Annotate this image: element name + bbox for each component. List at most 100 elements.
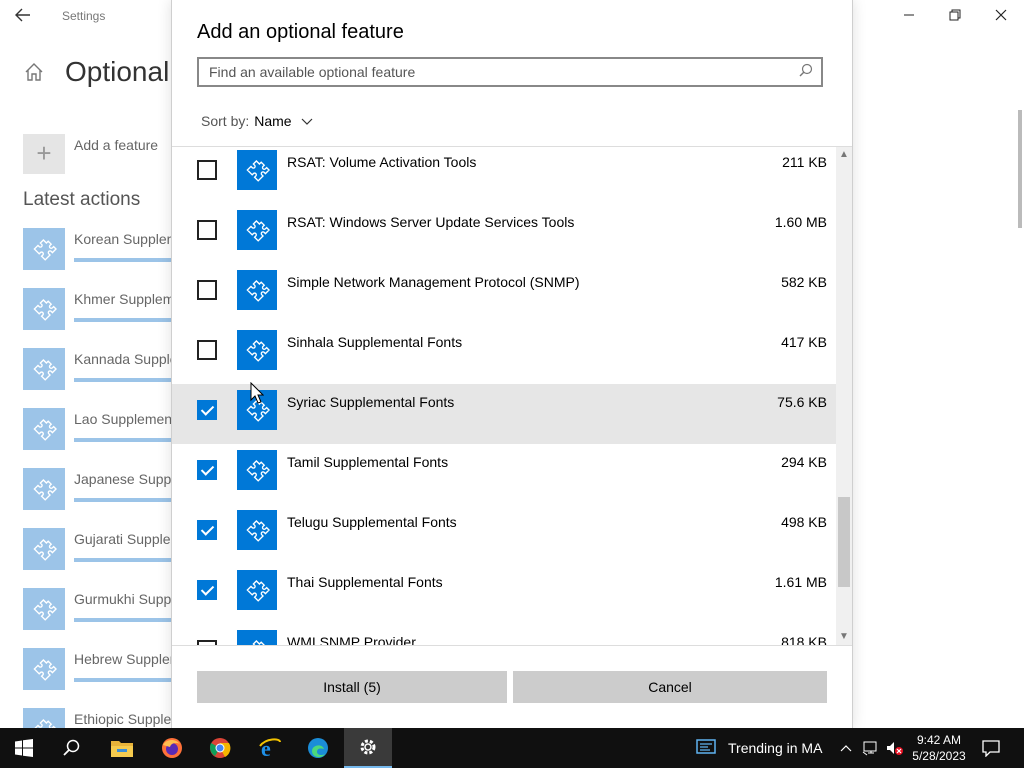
feature-checkbox[interactable] [197, 400, 217, 420]
puzzle-icon [23, 408, 65, 450]
network-icon[interactable] [862, 728, 880, 768]
news-widget[interactable]: Trending in MA [696, 728, 822, 768]
volume-muted-icon[interactable] [886, 728, 904, 768]
puzzle-icon [23, 228, 65, 270]
feature-row[interactable]: Simple Network Management Protocol (SNMP… [172, 264, 836, 324]
feature-checkbox[interactable] [197, 520, 217, 540]
feature-checkbox[interactable] [197, 220, 217, 240]
feature-row[interactable]: Thai Supplemental Fonts 1.61 MB [172, 564, 836, 624]
chevron-down-icon [301, 113, 313, 129]
scroll-up-icon[interactable]: ▲ [836, 147, 852, 163]
minimize-button[interactable] [886, 4, 932, 28]
latest-action-label: Hebrew Supplem [74, 651, 182, 667]
puzzle-icon [23, 588, 65, 630]
sort-dropdown[interactable]: Sort by: Name [201, 113, 313, 129]
latest-action-item[interactable]: Lao Supplement [23, 408, 184, 468]
feature-name: WMI SNMP Provider [287, 634, 416, 645]
start-icon[interactable] [0, 728, 48, 768]
show-hidden-icons-icon[interactable] [840, 728, 852, 768]
puzzle-icon [237, 270, 277, 310]
restore-button[interactable] [932, 4, 978, 28]
mouse-cursor-icon [250, 381, 265, 404]
edge-icon[interactable] [294, 728, 342, 768]
latest-action-item[interactable]: Kannada Supple [23, 348, 184, 408]
feature-list: RSAT: Volume Activation Tools 211 KB RSAT:… [172, 147, 836, 645]
plus-icon: + [23, 134, 65, 174]
feature-name: RSAT: Windows Server Update Services Too… [287, 214, 575, 230]
firefox-icon[interactable] [148, 728, 196, 768]
latest-action-item[interactable]: Korean Supplem [23, 228, 184, 288]
puzzle-icon [23, 348, 65, 390]
news-icon [696, 738, 718, 759]
search-icon[interactable] [48, 728, 96, 768]
file-explorer-icon[interactable] [98, 728, 146, 768]
sort-value: Name [254, 113, 292, 129]
latest-action-item[interactable]: Khmer Supplem [23, 288, 184, 348]
search-icon[interactable] [791, 63, 821, 82]
feature-name: Thai Supplemental Fonts [287, 574, 443, 590]
clock-time: 9:42 AM [916, 733, 962, 747]
install-button[interactable]: Install (5) [197, 671, 507, 703]
progress-bar [74, 378, 184, 382]
feature-checkbox[interactable] [197, 460, 217, 480]
feature-row[interactable]: Sinhala Supplemental Fonts 417 KB [172, 324, 836, 384]
feature-row[interactable]: RSAT: Windows Server Update Services Too… [172, 204, 836, 264]
feature-row[interactable]: RSAT: Volume Activation Tools 211 KB [172, 147, 836, 204]
home-icon[interactable] [24, 62, 44, 82]
trending-text: Trending in MA [728, 740, 823, 756]
puzzle-icon [23, 708, 65, 728]
back-arrow-icon[interactable] [14, 6, 34, 26]
chrome-icon[interactable] [196, 728, 244, 768]
feature-checkbox[interactable] [197, 580, 217, 600]
feature-checkbox[interactable] [197, 280, 217, 300]
feature-row[interactable]: Syriac Supplemental Fonts 75.6 KB [172, 384, 836, 444]
puzzle-icon [237, 510, 277, 550]
add-feature-label: Add a feature [74, 137, 159, 153]
add-feature-button[interactable]: + Add a feature [23, 134, 158, 174]
progress-bar [74, 678, 184, 682]
latest-action-item[interactable]: Japanese Supple [23, 468, 184, 528]
clock[interactable]: 9:42 AM 5/28/2023 [906, 732, 972, 764]
settings-icon[interactable] [344, 728, 392, 768]
latest-action-item[interactable]: Gurmukhi Suppl [23, 588, 184, 648]
feature-size: 75.6 KB [777, 394, 827, 410]
latest-action-item[interactable]: Gujarati Suppler [23, 528, 184, 588]
sort-label: Sort by: [201, 113, 250, 129]
close-button[interactable] [978, 4, 1024, 28]
puzzle-icon [237, 330, 277, 370]
feature-row[interactable]: Telugu Supplemental Fonts 498 KB [172, 504, 836, 564]
feature-size: 498 KB [781, 514, 827, 530]
puzzle-icon [23, 288, 65, 330]
page-scrollbar[interactable] [1018, 110, 1022, 228]
internet-explorer-icon[interactable]: e [246, 728, 294, 768]
latest-action-item[interactable]: Ethiopic Suppler [23, 708, 183, 728]
progress-bar [74, 558, 184, 562]
scroll-down-icon[interactable]: ▼ [836, 629, 852, 645]
search-input[interactable] [199, 64, 791, 80]
latest-action-label: Khmer Supplem [74, 291, 175, 307]
latest-action-label: Korean Supplem [74, 231, 179, 247]
feature-row[interactable]: Tamil Supplemental Fonts 294 KB [172, 444, 836, 504]
feature-size: 211 KB [782, 154, 827, 170]
puzzle-icon [23, 528, 65, 570]
feature-name: Simple Network Management Protocol (SNMP… [287, 274, 580, 290]
list-scrollbar[interactable]: ▲ ▼ [836, 147, 852, 645]
add-optional-feature-dialog: Add an optional feature Sort by: Name RS… [172, 0, 852, 728]
latest-action-item[interactable]: Hebrew Supplem [23, 648, 184, 708]
feature-row[interactable]: WMI SNMP Provider 818 KB [172, 624, 836, 645]
latest-action-label: Ethiopic Suppler [74, 711, 176, 727]
puzzle-icon [237, 450, 277, 490]
latest-actions-heading: Latest actions [23, 189, 141, 210]
progress-bar [74, 498, 184, 502]
feature-size: 1.60 MB [774, 214, 827, 230]
feature-checkbox[interactable] [197, 340, 217, 360]
cancel-button[interactable]: Cancel [513, 671, 827, 703]
page-title: Optional [65, 56, 170, 87]
puzzle-icon [237, 630, 277, 645]
scroll-thumb[interactable] [838, 497, 850, 587]
taskbar: e Trending in MA 9:42 AM 5/28/2023 [0, 728, 1024, 768]
notifications-icon[interactable] [982, 728, 1000, 768]
search-box[interactable] [197, 57, 823, 87]
feature-checkbox[interactable] [197, 160, 217, 180]
puzzle-icon [237, 150, 277, 190]
